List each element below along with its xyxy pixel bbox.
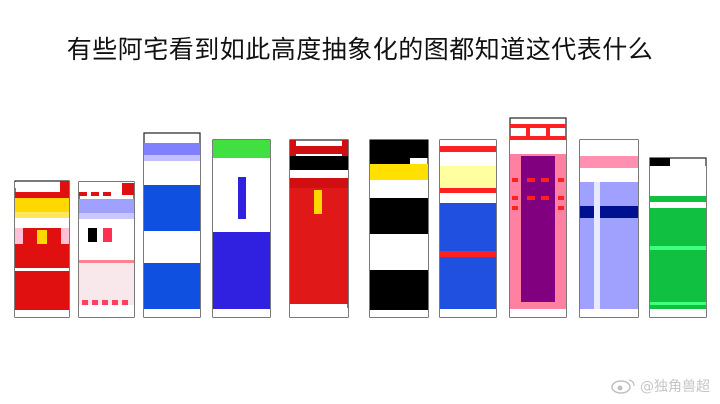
figure-5 [289,139,349,318]
figure-4 [212,139,271,318]
figure-1 [14,180,70,318]
figure-6 [369,139,429,318]
figure-3 [143,132,201,318]
watermark: @独角兽超 [610,376,710,396]
figure-8 [509,117,567,318]
figures-canvas [14,117,707,318]
figure-9 [579,139,639,318]
figure-7 [439,139,497,318]
weibo-icon [611,379,635,394]
figure-10 [649,157,707,318]
watermark-text: @独角兽超 [640,379,710,395]
figure-2 [78,181,135,318]
